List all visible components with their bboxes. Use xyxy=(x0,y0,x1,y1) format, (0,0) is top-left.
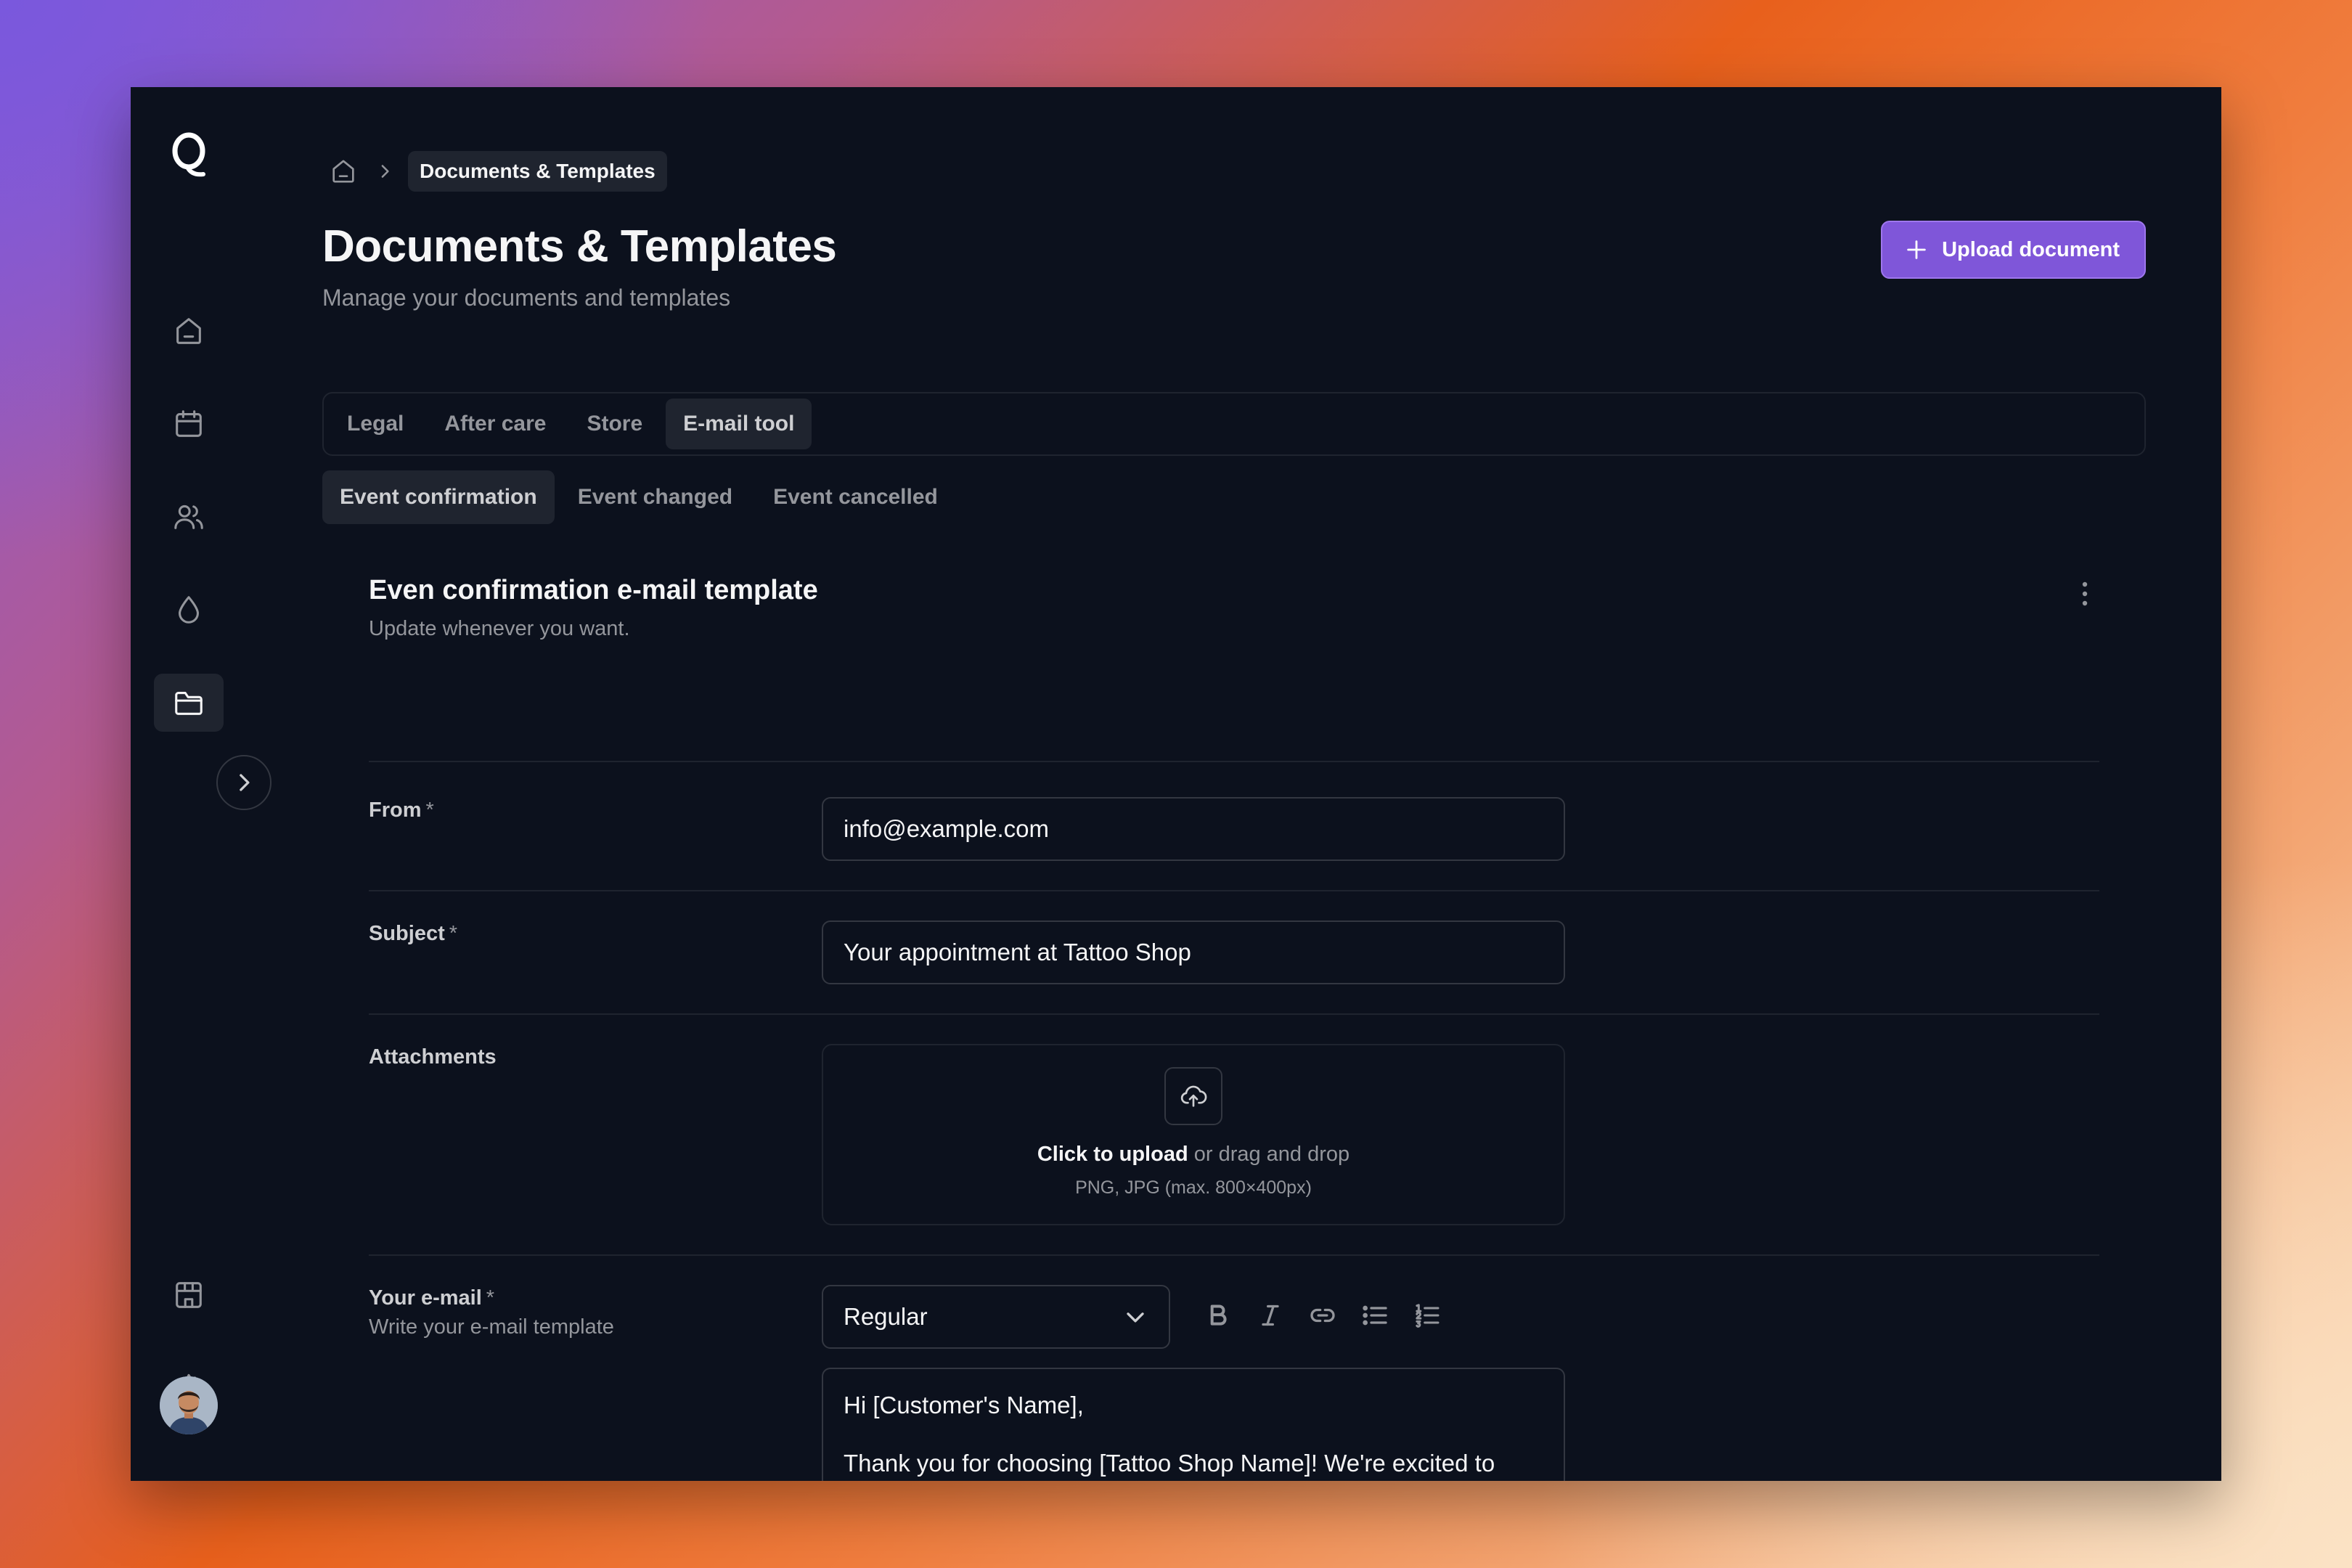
required-mark: * xyxy=(486,1286,495,1310)
required-mark: * xyxy=(449,922,458,945)
upload-hint: PNG, JPG (max. 800×400px) xyxy=(1075,1177,1312,1198)
drop-icon xyxy=(179,596,199,624)
tab-legal[interactable]: Legal xyxy=(330,399,421,449)
sidebar-item-home[interactable] xyxy=(154,302,224,360)
tab-store[interactable]: Store xyxy=(569,399,660,449)
upload-cloud-icon xyxy=(1164,1067,1222,1125)
subtab-event-cancelled[interactable]: Event cancelled xyxy=(756,470,955,524)
subtab-bar: Event confirmation Event changed Event c… xyxy=(322,470,961,524)
attachment-dropzone[interactable]: Click to upload or drag and drop PNG, JP… xyxy=(822,1044,1565,1225)
tab-email-tool[interactable]: E-mail tool xyxy=(666,399,812,449)
users-icon xyxy=(174,505,203,529)
expand-sidebar-button[interactable] xyxy=(216,755,271,810)
upload-instructions: Click to upload or drag and drop xyxy=(1037,1143,1350,1166)
home-icon xyxy=(332,160,354,183)
divider xyxy=(369,1254,2099,1256)
italic-button[interactable] xyxy=(1249,1294,1292,1337)
q-logo[interactable] xyxy=(170,131,208,181)
sidebar-item-ink[interactable] xyxy=(154,581,224,639)
breadcrumb: Documents & Templates xyxy=(325,151,667,192)
folder-icon xyxy=(175,692,203,715)
numbered-list-icon xyxy=(1416,1304,1440,1328)
chevron-down-icon xyxy=(1127,1312,1144,1323)
page-title: Documents & Templates xyxy=(322,221,837,271)
text-format-value: Regular xyxy=(844,1303,928,1330)
tab-bar: Legal After care Store E-mail tool xyxy=(322,392,2146,456)
sidebar-item-calendar[interactable] xyxy=(154,395,224,453)
calendar-icon xyxy=(176,410,202,437)
divider xyxy=(369,890,2099,891)
page-subtitle: Manage your documents and templates xyxy=(322,285,731,311)
card-subtitle: Update whenever you want. xyxy=(369,617,630,640)
tab-after-care[interactable]: After care xyxy=(427,399,563,449)
divider xyxy=(369,1013,2099,1015)
bullet-list-button[interactable] xyxy=(1353,1294,1397,1337)
app-window: Documents & Templates Documents & Templa… xyxy=(131,87,2221,1481)
italic-icon xyxy=(1262,1304,1279,1326)
email-body-greeting: Hi [Customer's Name], xyxy=(844,1392,1084,1418)
more-options-button[interactable] xyxy=(2070,572,2099,616)
numbered-list-button[interactable] xyxy=(1405,1294,1449,1337)
card-title: Even confirmation e-mail template xyxy=(369,575,818,605)
upload-document-label: Upload document xyxy=(1942,237,2120,261)
user-avatar[interactable] xyxy=(160,1376,218,1434)
subject-input[interactable]: Your appointment at Tattoo Shop xyxy=(822,920,1565,984)
email-body-editor[interactable]: Hi [Customer's Name], Thank you for choo… xyxy=(822,1368,1565,1481)
subject-value: Your appointment at Tattoo Shop xyxy=(844,939,1191,965)
click-to-upload-link[interactable]: Click to upload xyxy=(1037,1143,1188,1166)
required-mark: * xyxy=(425,799,434,822)
main-content: Documents & Templates Documents & Templa… xyxy=(322,87,2221,1481)
attachments-label: Attachments xyxy=(369,1045,497,1069)
link-icon xyxy=(1310,1308,1335,1323)
link-button[interactable] xyxy=(1301,1294,1344,1337)
from-input[interactable]: info@example.com xyxy=(822,797,1565,861)
subject-label: Subject * xyxy=(369,922,458,945)
text-format-select[interactable]: Regular xyxy=(822,1285,1170,1349)
bullet-list-icon xyxy=(1363,1305,1387,1326)
chevron-right-icon xyxy=(370,157,399,186)
sidebar xyxy=(131,87,283,1481)
subtab-event-changed[interactable]: Event changed xyxy=(560,470,750,524)
bold-button[interactable] xyxy=(1196,1294,1240,1337)
from-value: info@example.com xyxy=(844,815,1049,842)
sidebar-item-documents[interactable] xyxy=(154,674,224,732)
plus-icon xyxy=(1907,240,1926,259)
breadcrumb-home[interactable] xyxy=(325,153,362,189)
bold-icon xyxy=(1210,1304,1227,1326)
upload-document-button[interactable]: Upload document xyxy=(1881,221,2146,279)
store-icon xyxy=(176,1282,202,1308)
email-hint: Write your e-mail template xyxy=(369,1315,614,1339)
home-icon xyxy=(176,318,201,344)
subtab-event-confirmation[interactable]: Event confirmation xyxy=(322,470,555,524)
sidebar-item-clients[interactable] xyxy=(154,488,224,546)
email-label: Your e-mail * xyxy=(369,1286,495,1310)
breadcrumb-current[interactable]: Documents & Templates xyxy=(408,151,667,192)
email-body-paragraph: Thank you for choosing [Tattoo Shop Name… xyxy=(844,1450,1495,1477)
chevron-right-icon xyxy=(240,774,250,791)
from-label: From * xyxy=(369,799,434,822)
divider xyxy=(369,761,2099,762)
dots-vertical-icon xyxy=(2082,581,2088,606)
editor-toolbar xyxy=(1196,1294,1458,1337)
sidebar-item-store[interactable] xyxy=(154,1266,224,1324)
